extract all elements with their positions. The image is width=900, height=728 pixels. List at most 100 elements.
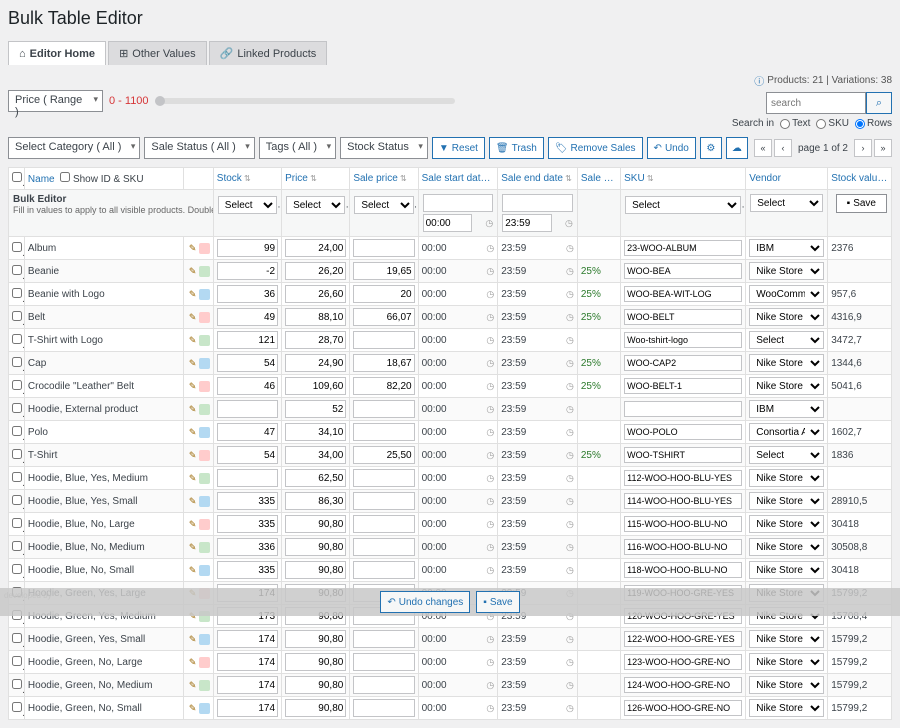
end-time[interactable]: 23:59 (501, 565, 526, 576)
end-time[interactable]: 23:59 (501, 312, 526, 323)
stock-input[interactable] (217, 239, 278, 257)
end-time[interactable]: 23:59 (501, 519, 526, 530)
row-name[interactable]: Hoodie, Blue, No, Small (24, 559, 183, 582)
toolbar-select-1[interactable]: Sale Status ( All ) (144, 137, 254, 159)
settings-button[interactable]: ⚙ (700, 137, 722, 159)
row-name[interactable]: Polo (24, 421, 183, 444)
row-check[interactable] (12, 702, 22, 712)
sku-input[interactable] (624, 516, 742, 532)
stock-input[interactable] (217, 561, 278, 579)
sku-input[interactable] (624, 677, 742, 693)
sku-input[interactable] (624, 470, 742, 486)
edit-icon[interactable]: ✎ (187, 519, 198, 530)
row-check[interactable] (12, 311, 22, 321)
vendor-select[interactable]: Nike Store (749, 515, 824, 533)
bulk-price-select[interactable]: Select (286, 196, 345, 214)
sale-price-input[interactable] (353, 446, 414, 464)
vendor-select[interactable]: Nike Store (749, 676, 824, 694)
row-name[interactable]: Belt (24, 306, 183, 329)
row-name[interactable]: T-Shirt with Logo (24, 329, 183, 352)
row-check[interactable] (12, 656, 22, 666)
price-input[interactable] (285, 239, 346, 257)
row-name[interactable]: T-Shirt (24, 444, 183, 467)
vendor-select[interactable]: Nike Store (749, 653, 824, 671)
trash-button[interactable]: 🗑Trash (489, 137, 544, 159)
sale-price-input[interactable] (353, 699, 414, 717)
row-check[interactable] (12, 426, 22, 436)
edit-icon[interactable]: ✎ (187, 266, 198, 277)
sku-input[interactable] (624, 631, 742, 647)
row-check[interactable] (12, 633, 22, 643)
end-time[interactable]: 23:59 (501, 657, 526, 668)
bulk-start-time[interactable] (423, 214, 472, 232)
price-input[interactable] (285, 538, 346, 556)
sale-price-input[interactable] (353, 469, 414, 487)
status-icon[interactable] (199, 473, 210, 484)
edit-icon[interactable]: ✎ (187, 496, 198, 507)
sku-input[interactable] (624, 240, 742, 256)
sku-input[interactable] (624, 378, 742, 394)
sale-price-input[interactable] (353, 285, 414, 303)
vendor-select[interactable]: Nike Store (749, 492, 824, 510)
row-check[interactable] (12, 679, 22, 689)
status-icon[interactable] (199, 634, 210, 645)
start-time[interactable]: 00:00 (422, 657, 447, 668)
stock-input[interactable] (217, 308, 278, 326)
sku-input[interactable] (624, 355, 742, 371)
edit-icon[interactable]: ✎ (187, 312, 198, 323)
start-time[interactable]: 00:00 (422, 519, 447, 530)
price-input[interactable] (285, 469, 346, 487)
status-icon[interactable] (199, 657, 210, 668)
row-check[interactable] (12, 265, 22, 275)
row-check[interactable] (12, 288, 22, 298)
range-slider[interactable] (155, 98, 455, 104)
radio-text[interactable]: Text (780, 118, 810, 129)
row-check[interactable] (12, 495, 22, 505)
search-input[interactable] (766, 92, 866, 114)
vendor-select[interactable]: IBM (749, 239, 824, 257)
sale-price-input[interactable] (353, 492, 414, 510)
end-time[interactable]: 23:59 (501, 703, 526, 714)
edit-icon[interactable]: ✎ (187, 634, 198, 645)
radio-sku[interactable]: SKU (816, 118, 849, 129)
start-time[interactable]: 00:00 (422, 312, 447, 323)
row-name[interactable]: Beanie (24, 260, 183, 283)
row-name[interactable]: Hoodie, Green, No, Small (24, 697, 183, 720)
vendor-select[interactable]: Nike Store (749, 538, 824, 556)
remove-sales-button[interactable]: 🏷Remove Sales (548, 137, 643, 159)
row-name[interactable]: Hoodie, Green, No, Large (24, 651, 183, 674)
price-input[interactable] (285, 561, 346, 579)
edit-icon[interactable]: ✎ (187, 243, 198, 254)
bulk-sprice-select[interactable]: Select (354, 196, 413, 214)
row-name[interactable]: Hoodie, External product (24, 398, 183, 421)
vendor-select[interactable]: Nike Store (749, 699, 824, 717)
start-time[interactable]: 00:00 (422, 703, 447, 714)
bulk-end-time[interactable] (502, 214, 551, 232)
toolbar-select-3[interactable]: Stock Status (340, 137, 428, 159)
pager-prev[interactable]: ‹ (774, 139, 792, 157)
end-time[interactable]: 23:59 (501, 680, 526, 691)
row-name[interactable]: Hoodie, Blue, No, Medium (24, 536, 183, 559)
price-input[interactable] (285, 676, 346, 694)
price-input[interactable] (285, 653, 346, 671)
row-name[interactable]: Crocodile "Leather" Belt (24, 375, 183, 398)
stock-input[interactable] (217, 676, 278, 694)
price-input[interactable] (285, 492, 346, 510)
radio-rows[interactable]: Rows (855, 118, 892, 129)
status-icon[interactable] (199, 542, 210, 553)
vendor-select[interactable]: Select (749, 331, 824, 349)
sku-input[interactable] (624, 493, 742, 509)
status-icon[interactable] (199, 289, 210, 300)
stock-input[interactable] (217, 538, 278, 556)
status-icon[interactable] (199, 703, 210, 714)
edit-icon[interactable]: ✎ (187, 473, 198, 484)
sale-price-input[interactable] (353, 676, 414, 694)
footer-save-button[interactable]: ▪Save (476, 591, 519, 613)
status-icon[interactable] (199, 450, 210, 461)
undo-button[interactable]: ↶Undo (647, 137, 696, 159)
end-time[interactable]: 23:59 (501, 289, 526, 300)
col-price[interactable]: Price (282, 168, 350, 190)
stock-input[interactable] (217, 400, 278, 418)
toolbar-select-2[interactable]: Tags ( All ) (259, 137, 336, 159)
sale-price-input[interactable] (353, 653, 414, 671)
